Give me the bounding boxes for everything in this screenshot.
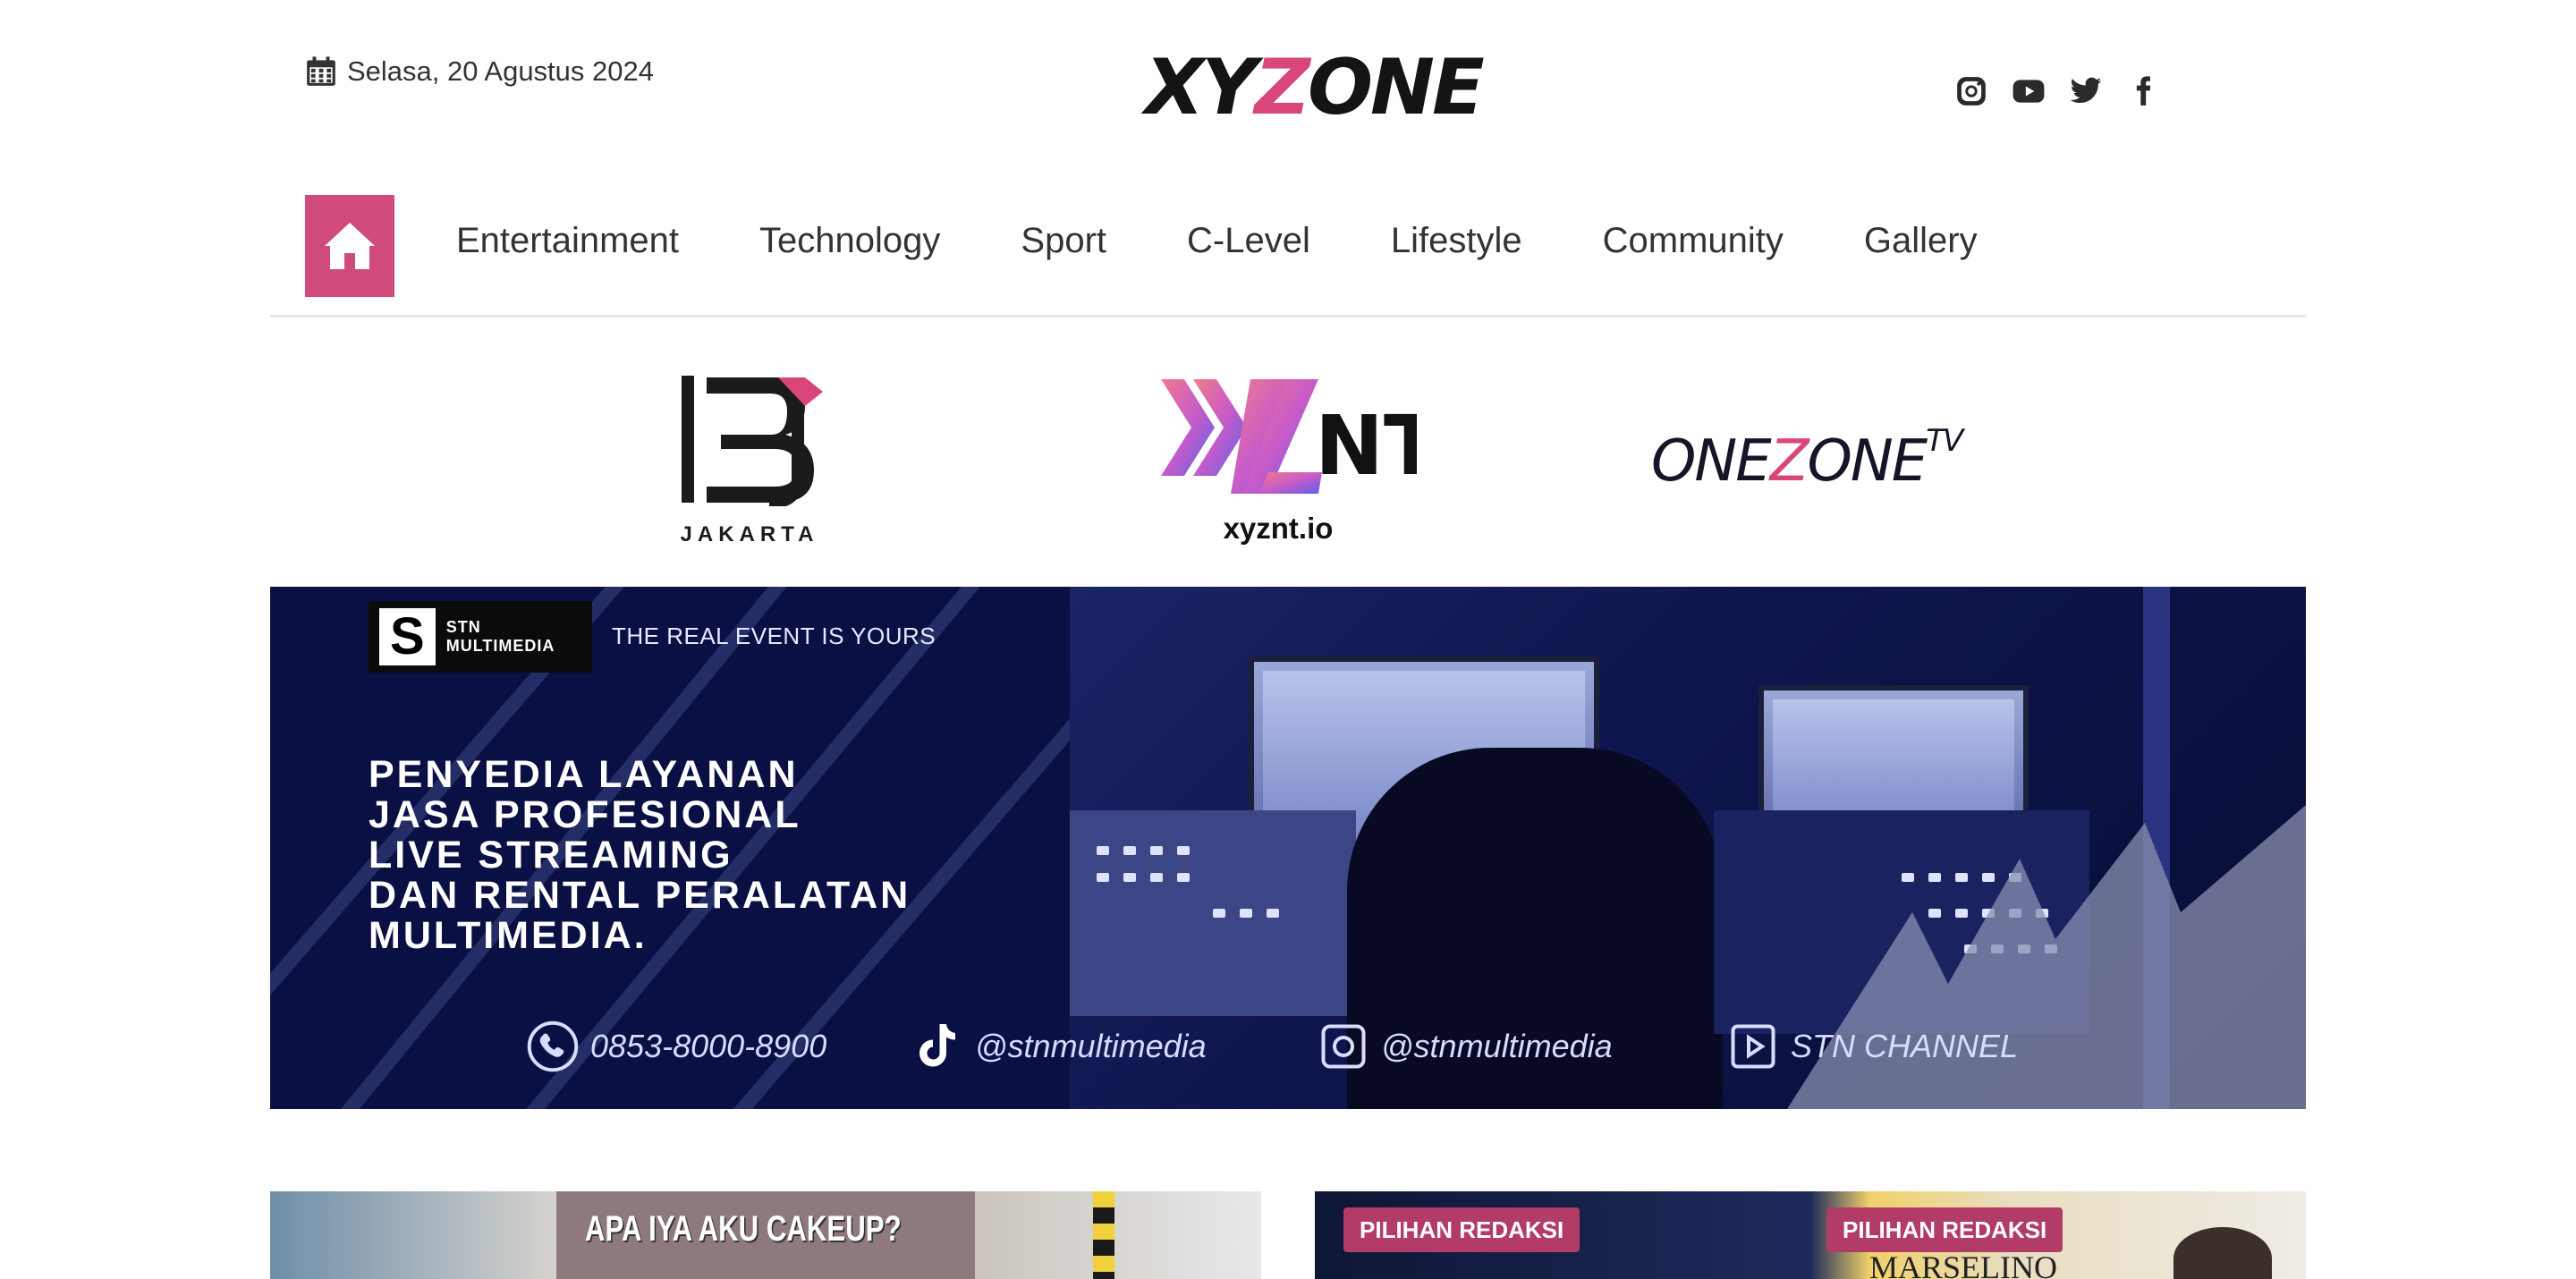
nav-item-sport[interactable]: Sport: [1021, 221, 1106, 261]
nav-item-community[interactable]: Community: [1603, 221, 1784, 261]
svg-text:NT: NT: [1315, 398, 1417, 494]
date-text: Selasa, 20 Agustus 2024: [347, 55, 654, 87]
contact-instagram-text: @stnmultimedia: [1381, 1028, 1613, 1064]
facebook-icon[interactable]: [2125, 73, 2161, 109]
social-links: [1953, 73, 2161, 109]
headline-line: MULTIMEDIA.: [369, 914, 648, 957]
contact-tiktok: @stnmultimedia: [911, 1020, 1207, 1073]
play-icon: [1731, 1024, 1775, 1069]
headline-line: PENYEDIA LAYANAN: [369, 753, 799, 796]
logo-text-a: XY: [1145, 43, 1258, 132]
contact-phone: 0853-8000-8900: [526, 1020, 826, 1073]
xyznt-caption: xyznt.io: [1223, 512, 1334, 545]
card-image-text: MARSELINO: [1869, 1249, 2058, 1279]
contact-instagram: @stnmultimedia: [1317, 1020, 1613, 1073]
article-card[interactable]: PILIHAN REDAKSI PILIHAN REDAKSI MARSELIN…: [1315, 1191, 2306, 1279]
card-image: [2174, 1227, 2272, 1279]
partner-logo-lbj[interactable]: JAKARTA: [662, 368, 841, 547]
stn-logo: S STN MULTIMEDIA: [369, 601, 592, 673]
banner-tagline: THE REAL EVENT IS YOURS: [612, 623, 936, 649]
nav-item-entertainment[interactable]: Entertainment: [456, 221, 679, 261]
onezone-text-a: ONE: [1651, 428, 1772, 495]
onezone-tv: TV: [1926, 423, 1963, 459]
card-image-text: APA IYA AKU CAKEUP?: [585, 1209, 902, 1249]
contact-tiktok-text: @stnmultimedia: [975, 1028, 1207, 1064]
category-badge[interactable]: PILIHAN REDAKSI: [1826, 1207, 2063, 1252]
contact-youtube: STN CHANNEL: [1726, 1020, 2018, 1073]
card-image-detail: [1093, 1191, 1114, 1279]
date-display: Selasa, 20 Agustus 2024: [304, 52, 654, 91]
tiktok-icon: [919, 1024, 955, 1067]
main-nav: Entertainment Technology Sport C-Level L…: [456, 211, 1978, 270]
youtube-icon[interactable]: [2011, 73, 2046, 109]
stn-logo-letter: S: [379, 608, 436, 665]
home-icon: [325, 223, 375, 269]
onezone-text-b: ONE: [1807, 428, 1928, 495]
category-badge[interactable]: PILIHAN REDAKSI: [1343, 1207, 1580, 1252]
contact-youtube-text: STN CHANNEL: [1791, 1028, 2019, 1064]
nav-divider: [270, 315, 2306, 318]
headline-line: DAN RENTAL PERALATAN: [369, 874, 911, 917]
onezone-text-z: Z: [1769, 428, 1809, 495]
headline-line: LIVE STREAMING: [369, 834, 733, 877]
lbj-caption: JAKARTA: [680, 522, 819, 546]
lbj-logo-mark: [682, 376, 823, 506]
nav-item-c-level[interactable]: C-Level: [1187, 221, 1310, 261]
logo-text-b: ONE: [1307, 43, 1485, 132]
phone-icon: [527, 1021, 579, 1072]
twitter-icon[interactable]: [2068, 73, 2104, 109]
mixer-console: [1070, 810, 1356, 1016]
banner-headline: PENYEDIA LAYANAN JASA PROFESIONAL LIVE S…: [369, 755, 1048, 956]
logo-text-z: Z: [1254, 43, 1310, 132]
nav-item-lifestyle[interactable]: Lifestyle: [1391, 221, 1522, 261]
xyznt-logo-mark: NT: [1161, 379, 1417, 494]
ad-banner[interactable]: S STN MULTIMEDIA THE REAL EVENT IS YOURS…: [270, 587, 2306, 1109]
partner-logo-onezone[interactable]: ONEZONETV: [1651, 426, 2002, 499]
site-logo[interactable]: XYZONE: [1145, 47, 1485, 129]
partner-logo-xyznt[interactable]: NT xyznt.io: [1161, 368, 1420, 547]
contact-phone-text: 0853-8000-8900: [590, 1028, 827, 1064]
headline-line: JASA PROFESIONAL: [369, 793, 801, 836]
nav-item-technology[interactable]: Technology: [759, 221, 940, 261]
calendar-icon: [307, 56, 335, 86]
article-card[interactable]: APA IYA AKU CAKEUP?: [270, 1191, 1261, 1279]
nav-item-gallery[interactable]: Gallery: [1864, 221, 1978, 261]
stn-logo-name: STN MULTIMEDIA: [445, 618, 555, 655]
instagram-icon[interactable]: [1953, 73, 1989, 109]
home-button[interactable]: [305, 195, 394, 297]
instagram-icon: [1321, 1024, 1366, 1069]
